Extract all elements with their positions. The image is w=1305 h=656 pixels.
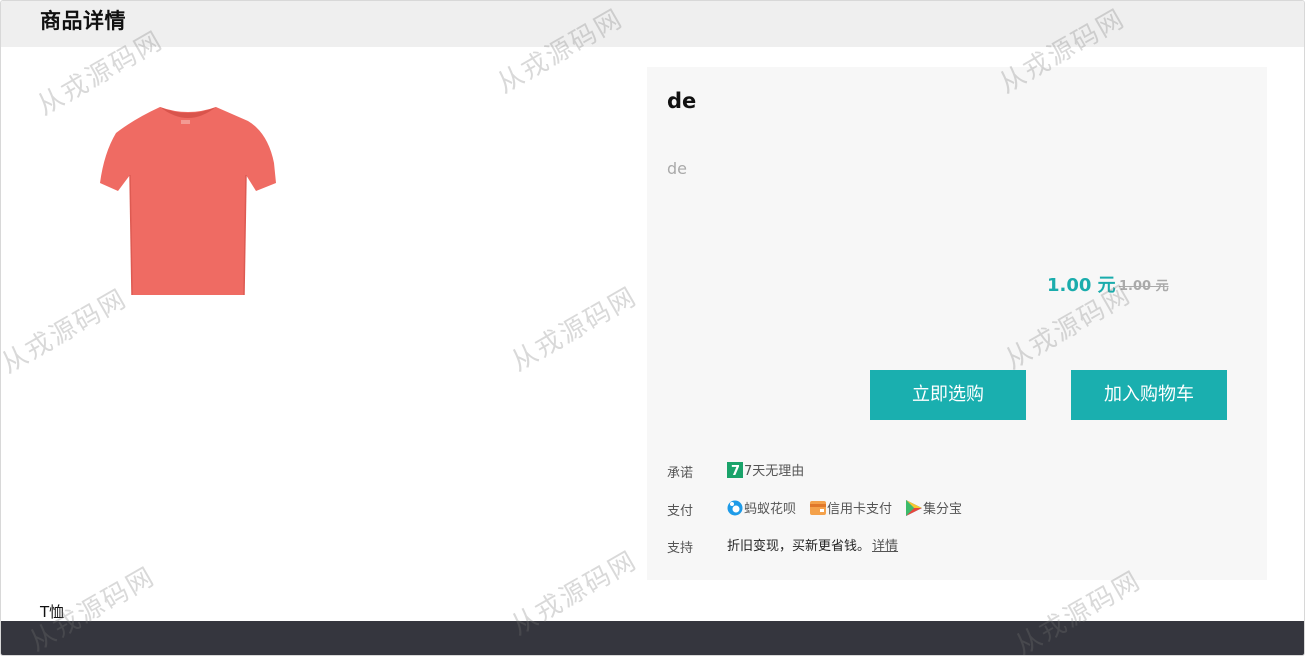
support-text: 折旧变现，买新更省钱。 — [727, 539, 871, 554]
promise-item-label: 7天无理由 — [744, 464, 805, 479]
original-price: 1.00 元 — [1119, 279, 1169, 294]
svg-text:7: 7 — [731, 464, 740, 478]
credit-card-icon — [810, 500, 827, 516]
payment-method-credit-card: 信用卡支付 — [810, 498, 892, 517]
product-price: 1.00 元 — [1047, 275, 1116, 296]
support-detail-link[interactable]: 详情 — [872, 535, 898, 554]
watermark: 从戎源码网 — [506, 281, 643, 378]
product-description: de — [667, 159, 687, 178]
promise-item: 7 7天无理由 — [727, 460, 804, 479]
promise-label: 承诺 — [667, 466, 694, 481]
buy-now-button[interactable]: 立即选购 — [870, 370, 1026, 420]
add-to-cart-button[interactable]: 加入购物车 — [1071, 370, 1227, 420]
payment-method-label: 集分宝 — [923, 502, 963, 517]
huabei-icon — [727, 500, 743, 516]
product-name: de — [667, 89, 697, 113]
payment-label: 支付 — [667, 504, 694, 519]
support-content: 折旧变现，买新更省钱。 详情 — [727, 535, 898, 554]
product-caption: T恤 — [40, 603, 65, 621]
tshirt-image — [98, 103, 278, 299]
payment-method-jifenbao: 集分宝 — [906, 498, 962, 517]
page-footer — [1, 621, 1304, 655]
product-info-panel: de de 1.00 元 1.00 元 立即选购 加入购物车 承诺 7 7天无理… — [647, 67, 1267, 580]
payment-method-huabei: 蚂蚁花呗 — [727, 498, 796, 517]
page-frame: 商品详情 de de 1.00 元 1.00 元 立即选购 加入购物车 承诺 7… — [0, 0, 1305, 656]
payment-method-label: 蚂蚁花呗 — [744, 502, 797, 517]
support-label: 支持 — [667, 541, 694, 556]
page-header: 商品详情 — [1, 1, 1304, 47]
jifenbao-icon — [906, 499, 923, 516]
seven-day-icon: 7 — [727, 461, 743, 478]
payment-method-label: 信用卡支付 — [827, 502, 893, 517]
page-title: 商品详情 — [40, 9, 126, 33]
payment-methods: 蚂蚁花呗 信用卡支付 集分宝 — [727, 498, 976, 517]
promise-content: 7 7天无理由 — [727, 460, 818, 479]
